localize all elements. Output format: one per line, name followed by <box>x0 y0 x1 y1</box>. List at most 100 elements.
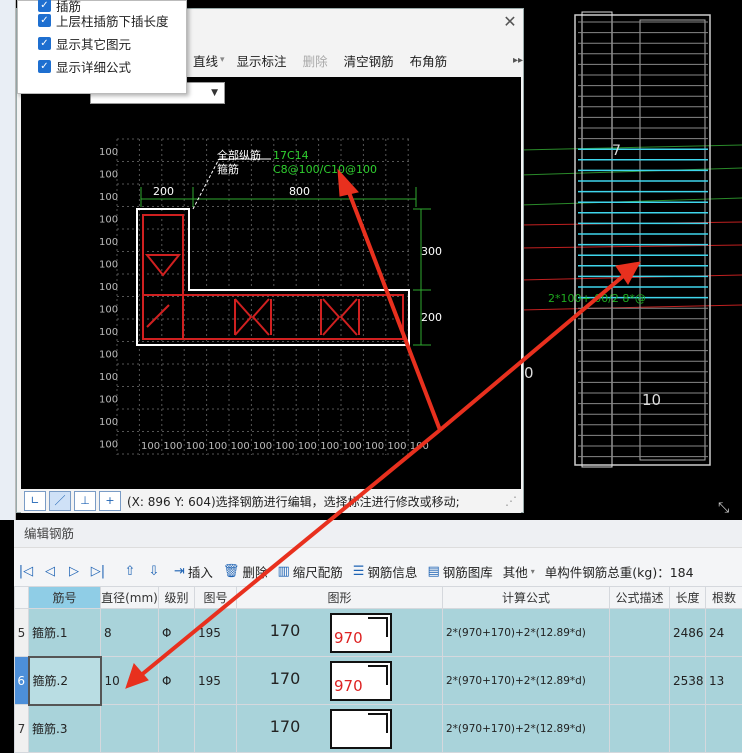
label-all-longitudinal[interactable]: 全部纵筋 <box>217 148 261 162</box>
cell-shape[interactable]: 170970 <box>237 657 443 705</box>
delete-row-button[interactable]: 🗑删除 <box>223 562 268 581</box>
shape-number: 970 <box>334 629 363 647</box>
value-stirrup[interactable]: C8@100/C10@100 <box>273 163 377 176</box>
cell-formula[interactable]: 2*(970+170)+2*(12.89*d) <box>443 609 610 657</box>
cell-diameter[interactable] <box>101 705 159 753</box>
first-record-icon[interactable]: |◁ <box>14 564 38 579</box>
cell-formula[interactable]: 2*(970+170)+2*(12.89*d) <box>443 705 610 753</box>
grid-label: 100 <box>99 327 118 338</box>
perpendicular-icon[interactable]: ⊥ <box>74 491 96 511</box>
dim-200-right[interactable]: 200 <box>421 311 442 324</box>
move-down-icon[interactable]: ⇩ <box>142 564 166 579</box>
cell-bar-number[interactable]: 箍筋.2 <box>29 657 101 705</box>
cell-length[interactable]: 2486 <box>670 609 706 657</box>
row-number[interactable]: 6 <box>15 657 29 705</box>
cell-grade[interactable] <box>159 705 195 753</box>
header-diameter[interactable]: 直径(mm) <box>101 587 159 609</box>
panel-title: 编辑钢筋 <box>14 520 742 548</box>
cell-bar-number[interactable]: 箍筋.1 <box>29 609 101 657</box>
label-stirrup[interactable]: 箍筋 <box>217 162 239 176</box>
diagonal-line-icon[interactable]: ／ <box>49 491 71 511</box>
axis-tool-icon[interactable]: ∟ <box>24 491 46 511</box>
shape-figure: 970 <box>330 613 392 653</box>
cell-formula-desc[interactable] <box>610 657 670 705</box>
cell-length[interactable]: 2538 <box>670 657 706 705</box>
prev-record-icon[interactable]: ◁ <box>38 564 62 579</box>
section-canvas[interactable]: 全部纵筋 箍筋 17C14 C8@100/C10@100 200 800 300… <box>21 77 521 489</box>
cell-count[interactable]: 13 <box>706 657 742 705</box>
rebar-library-button[interactable]: ▤钢筋图库 <box>427 562 492 581</box>
checkbox-row-formula[interactable]: ✓ 显示详细公式 <box>38 56 131 76</box>
dim-300[interactable]: 300 <box>421 245 442 258</box>
rebar-info-button[interactable]: ☰钢筋信息 <box>353 562 418 581</box>
header-formula[interactable]: 计算公式 <box>443 587 610 609</box>
checkbox-row-other[interactable]: ✓ 显示其它图元 <box>38 33 131 53</box>
header-shape[interactable]: 图形 <box>237 587 443 609</box>
header-length[interactable]: 长度 <box>670 587 706 609</box>
table-header: 筋号 直径(mm) 级别 图号 图形 计算公式 公式描述 长度 根数 <box>15 587 742 609</box>
last-record-icon[interactable]: ▷| <box>86 564 110 579</box>
cell-shape[interactable]: 170970 <box>237 609 443 657</box>
header-grade[interactable]: 级别 <box>159 587 195 609</box>
checkbox-checked-icon[interactable]: ✓ <box>38 14 51 27</box>
header-count[interactable]: 根数 <box>706 587 742 609</box>
cell-formula[interactable]: 2*(970+170)+2*(12.89*d) <box>443 657 610 705</box>
table-row[interactable]: 5箍筋.18Φ1951709702*(970+170)+2*(12.89*d) 2… <box>15 609 742 657</box>
cell-grade[interactable]: Φ <box>159 609 195 657</box>
cell-grade[interactable]: Φ <box>159 657 195 705</box>
grid-label: 100 <box>365 441 384 452</box>
cell-formula-desc[interactable] <box>610 705 670 753</box>
checkbox-label: 显示其它图元 <box>56 34 131 53</box>
cell-shape[interactable]: 170 <box>237 705 443 753</box>
rebar-info-label: 钢筋信息 <box>367 562 417 581</box>
dropdown-caret-icon[interactable]: ▾ <box>220 55 225 65</box>
cell-formula-desc[interactable] <box>610 609 670 657</box>
cell-count[interactable] <box>706 705 742 753</box>
row-number[interactable]: 7 <box>15 705 29 753</box>
cell-diameter[interactable]: 10 <box>101 657 159 705</box>
dim-200-top[interactable]: 200 <box>153 185 174 198</box>
show-dimension-button[interactable]: 显示标注 <box>229 51 295 70</box>
cell-length[interactable] <box>670 705 706 753</box>
table-row[interactable]: 7箍筋.3 1702*(970+170)+2*(12.89*d) <box>15 705 742 753</box>
cell-figure-no[interactable]: 195 <box>195 657 237 705</box>
insert-button[interactable]: ⇥插入 <box>174 562 213 581</box>
delete-button[interactable]: 删除 <box>295 51 336 70</box>
expand-icon[interactable]: ⤡ <box>718 500 729 516</box>
checkbox-label: 显示详细公式 <box>56 57 131 76</box>
cell-diameter[interactable]: 8 <box>101 609 159 657</box>
chevron-down-icon[interactable]: ▼ <box>211 83 218 103</box>
resize-grip-icon[interactable]: ⋰ <box>505 494 517 508</box>
checkbox-checked-icon[interactable]: ✓ <box>38 37 51 50</box>
display-options-popup: ✓ 插筋 ✓ 上层柱插筋下插长度 ✓ 显示其它图元 ✓ 显示详细公式 <box>17 0 187 94</box>
toolbar-more-icon[interactable]: ▸▸ <box>513 55 523 66</box>
next-record-icon[interactable]: ▷ <box>62 564 86 579</box>
header-bar-number[interactable]: 筋号 <box>29 587 101 609</box>
checkbox-checked-icon[interactable]: ✓ <box>38 60 51 73</box>
bars-icon: ▥ <box>277 564 289 579</box>
cell-count[interactable]: 24 <box>706 609 742 657</box>
clear-rebar-button[interactable]: 清空钢筋 <box>336 51 402 70</box>
shape-hook <box>368 665 388 685</box>
total-weight: 单构件钢筋总重(kg)：184 <box>545 562 694 581</box>
grid-label: 100 <box>231 441 250 452</box>
cell-figure-no[interactable]: 195 <box>195 609 237 657</box>
header-formula-desc[interactable]: 公式描述 <box>610 587 670 609</box>
grid-label: 100 <box>99 350 118 361</box>
grid-label: 100 <box>387 441 406 452</box>
checkbox-row-upper-insert[interactable]: ✓ 上层柱插筋下插长度 <box>38 10 169 30</box>
other-menu-button[interactable]: 其他▾ <box>503 562 535 581</box>
row-number[interactable]: 5 <box>15 609 29 657</box>
scale-rebar-button[interactable]: ▥缩尺配筋 <box>277 562 342 581</box>
add-point-icon[interactable]: + <box>99 491 121 511</box>
dim-800[interactable]: 800 <box>289 185 310 198</box>
close-icon[interactable]: ✕ <box>501 13 519 31</box>
cell-figure-no[interactable] <box>195 705 237 753</box>
value-all-longitudinal[interactable]: 17C14 <box>273 149 309 162</box>
shape-figure: 970 <box>330 661 392 701</box>
corner-rebar-button[interactable]: 布角筋 <box>402 51 456 70</box>
table-row[interactable]: 6箍筋.210Φ1951709702*(970+170)+2*(12.89*d)… <box>15 657 742 705</box>
move-up-icon[interactable]: ⇧ <box>118 564 142 579</box>
cell-bar-number[interactable]: 箍筋.3 <box>29 705 101 753</box>
header-figure-no[interactable]: 图号 <box>195 587 237 609</box>
